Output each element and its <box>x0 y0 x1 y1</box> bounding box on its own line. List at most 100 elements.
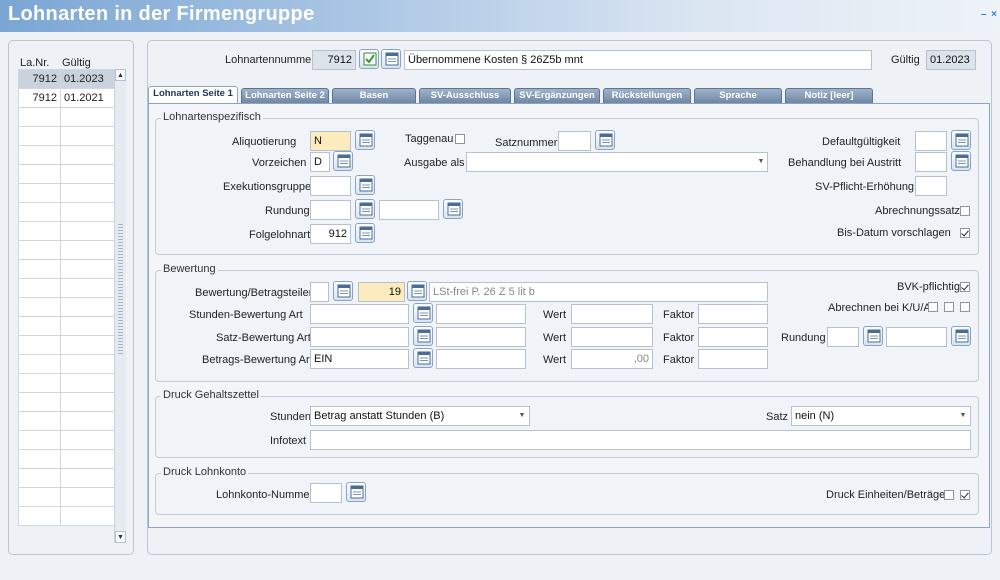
stunden-faktor-field[interactable] <box>698 304 768 324</box>
satz-bewertung-lookup-button[interactable] <box>413 326 433 346</box>
betrags-bewertung-lookup-button[interactable] <box>413 348 433 368</box>
group-title: Druck Lohnkonto <box>161 466 249 478</box>
list-icon <box>359 226 373 240</box>
aliquotierung-field[interactable]: N <box>310 131 351 151</box>
list-scrollbar[interactable]: ▲ ▼ <box>114 69 126 543</box>
satznummer-field[interactable] <box>558 131 591 151</box>
stunden-wert-field[interactable] <box>571 304 653 324</box>
list-row[interactable]: 7912 01.2021 <box>18 88 115 108</box>
stunden-bewertung-text-field[interactable] <box>436 304 526 324</box>
window-title: Lohnarten in der Firmengruppe <box>8 3 315 25</box>
satz-bewertung-text-field[interactable] <box>436 327 526 347</box>
folgelohnart-lookup-button[interactable] <box>355 223 375 243</box>
list-icon <box>417 306 431 320</box>
ausgabe-als-label: Ausgabe als <box>404 157 465 169</box>
rundung-text-field[interactable] <box>379 200 439 220</box>
bewertung-rundung-label: Rundung <box>781 332 826 344</box>
sv-pflicht-field[interactable] <box>915 176 947 196</box>
betragsteiler-lookup-button[interactable] <box>407 281 427 301</box>
chevron-down-icon[interactable]: ▼ <box>755 156 767 168</box>
bvk-checkbox[interactable] <box>960 282 970 292</box>
scroll-down-icon[interactable]: ▼ <box>115 531 126 543</box>
druck-stunden-select[interactable]: Betrag anstatt Stunden (B) <box>310 406 530 426</box>
folgelohnart-field[interactable]: 912 <box>310 224 351 244</box>
list-icon <box>955 154 969 168</box>
behandlung-lookup-button[interactable] <box>951 151 971 171</box>
rundung-label: Rundung <box>265 205 310 217</box>
stunden-bewertung-field[interactable] <box>310 304 409 324</box>
stunden-bewertung-lookup-button[interactable] <box>413 303 433 323</box>
satz-wert-field[interactable] <box>571 327 653 347</box>
aliquotierung-lookup-button[interactable] <box>355 130 375 150</box>
infotext-field[interactable] <box>310 430 971 450</box>
lohnartennummer-label: Lohnartennummer <box>225 54 315 66</box>
betragsteiler-a-lookup-button[interactable] <box>333 281 353 301</box>
lohnkonto-nummer-field[interactable] <box>310 483 342 503</box>
minimize-icon[interactable]: – <box>981 9 987 20</box>
gueltig-field[interactable]: 01.2023 <box>926 50 976 70</box>
scroll-grip[interactable] <box>118 224 123 354</box>
betrags-bewertung-field[interactable]: EIN <box>310 349 409 369</box>
tab-sv-ausschluss[interactable]: SV-Ausschluss <box>419 88 511 103</box>
tab-lohnarten-seite-1[interactable]: Lohnarten Seite 1 <box>148 86 238 104</box>
bewertung-rundung-text-lookup-button[interactable] <box>951 326 971 346</box>
tab-basen[interactable]: Basen <box>332 88 416 103</box>
abrechnen-label: Abrechnen bei K/U/A <box>828 302 931 314</box>
druck-einheiten-checkbox[interactable] <box>944 490 954 500</box>
rundung-field[interactable] <box>310 200 351 220</box>
behandlung-field[interactable] <box>915 152 947 172</box>
bewertung-rundung-field[interactable] <box>827 327 859 347</box>
tab-notiz[interactable]: Notiz [leer] <box>785 88 873 103</box>
lohnart-beschreibung-field[interactable]: Übernommene Kosten § 26Z5b mnt <box>404 50 872 70</box>
betragsteiler-a-field[interactable] <box>310 282 329 302</box>
betrags-bewertung-text-field[interactable] <box>436 349 526 369</box>
bewertung-rundung-lookup-button[interactable] <box>863 326 883 346</box>
defaultgueltigkeit-field[interactable] <box>915 131 947 151</box>
chevron-down-icon[interactable]: ▼ <box>516 410 528 422</box>
druck-betraege-checkbox[interactable] <box>960 490 970 500</box>
rundung-lookup-button[interactable] <box>355 199 375 219</box>
satz-bewertung-label: Satz-Bewertung Art <box>216 332 311 344</box>
druck-satz-select[interactable]: nein (N) <box>791 406 971 426</box>
satz-faktor-field[interactable] <box>698 327 768 347</box>
behandlung-label: Behandlung bei Austritt <box>788 157 902 169</box>
satz-bewertung-field[interactable] <box>310 327 409 347</box>
vorzeichen-lookup-button[interactable] <box>333 151 353 171</box>
taggenau-checkbox[interactable] <box>455 134 465 144</box>
betragsteiler-field[interactable]: 19 <box>358 282 405 302</box>
tab-lohnarten-seite-2[interactable]: Lohnarten Seite 2 <box>241 88 329 103</box>
abrechnen-a-checkbox[interactable] <box>960 302 970 312</box>
exekutionsgruppe-lookup-button[interactable] <box>355 175 375 195</box>
lookup-button[interactable] <box>381 49 401 69</box>
chevron-down-icon[interactable]: ▼ <box>957 410 969 422</box>
bewertung-rundung-text-field[interactable] <box>886 327 947 347</box>
betrags-wert-field[interactable]: ,00 <box>571 349 653 369</box>
druck-satz-label: Satz <box>766 411 789 423</box>
betrags-faktor-field[interactable] <box>698 349 768 369</box>
abrechnen-k-checkbox[interactable] <box>928 302 938 312</box>
lohnartennummer-field[interactable]: 7912 <box>312 50 356 70</box>
defaultgueltigkeit-lookup-button[interactable] <box>951 130 971 150</box>
abrechnen-u-checkbox[interactable] <box>944 302 954 312</box>
list-header-gueltig: Gültig <box>62 57 91 69</box>
vorzeichen-field[interactable]: D <box>310 152 330 172</box>
tab-sv-ergaenzungen[interactable]: SV-Ergänzungen <box>514 88 600 103</box>
scroll-up-icon[interactable]: ▲ <box>115 69 126 81</box>
infotext-label: Infotext <box>270 435 307 447</box>
satznummer-lookup-button[interactable] <box>595 130 615 150</box>
lohnkonto-lookup-button[interactable] <box>346 482 366 502</box>
group-title: Lohnartenspezifisch <box>161 111 263 123</box>
list-header-nr: La.Nr. <box>20 57 50 69</box>
confirm-button[interactable] <box>359 49 379 69</box>
list-icon <box>417 329 431 343</box>
bis-datum-checkbox[interactable] <box>960 228 970 238</box>
abrechnungssatz-checkbox[interactable] <box>960 206 970 216</box>
close-icon[interactable]: × <box>991 9 997 20</box>
list-row[interactable]: 7912 01.2023 <box>18 69 115 89</box>
tab-sprache[interactable]: Sprache <box>694 88 782 103</box>
rundung-text-lookup-button[interactable] <box>443 199 463 219</box>
tab-rueckstellungen[interactable]: Rückstellungen <box>603 88 691 103</box>
exekutionsgruppe-field[interactable] <box>310 176 351 196</box>
betragsteiler-text-field[interactable]: LSt-frei P. 26 Z 5 lit b <box>429 282 768 302</box>
ausgabe-als-select[interactable] <box>466 152 768 172</box>
